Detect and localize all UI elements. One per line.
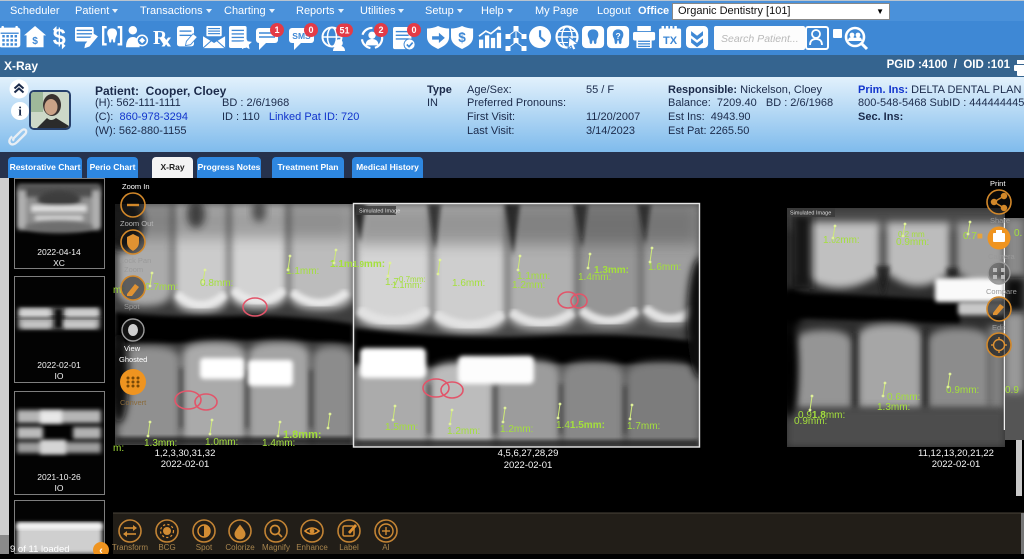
svg-text:Share: Share bbox=[990, 216, 1010, 225]
svg-text:?: ? bbox=[615, 31, 620, 41]
svg-text:Zoom In: Zoom In bbox=[122, 182, 150, 191]
svg-text:Zoom Out: Zoom Out bbox=[120, 219, 154, 228]
svg-text:Search Patient...: Search Patient... bbox=[721, 33, 799, 45]
svg-text:1.3mm:: 1.3mm: bbox=[877, 402, 910, 413]
svg-text:Edit: Edit bbox=[992, 323, 1006, 332]
svg-text:1.3mm:: 1.3mm: bbox=[594, 265, 629, 276]
svg-text:$: $ bbox=[458, 30, 466, 45]
svg-text:0.7■: 0.7■ bbox=[963, 231, 983, 242]
svg-text:0.2 mm: 0.2 mm bbox=[898, 230, 925, 239]
svg-text:Ghosted: Ghosted bbox=[119, 355, 147, 364]
svg-text:Convert: Convert bbox=[120, 398, 147, 407]
svg-text:2022-02-01: 2022-02-01 bbox=[161, 459, 210, 470]
svg-text:9 of 11 loaded: 9 of 11 loaded bbox=[10, 544, 70, 554]
svg-text:‹: ‹ bbox=[99, 545, 103, 554]
svg-text:Label: Label bbox=[339, 543, 359, 552]
svg-text:0.6mm:: 0.6mm: bbox=[887, 392, 920, 403]
svg-text:R: R bbox=[153, 27, 168, 49]
svg-text:Spot: Spot bbox=[196, 543, 213, 552]
svg-text:2022-02-01: 2022-02-01 bbox=[932, 459, 981, 470]
svg-text:2021-10-26: 2021-10-26 bbox=[37, 472, 81, 482]
svg-text:0.: 0. bbox=[1014, 228, 1022, 239]
svg-text:2022-02-01: 2022-02-01 bbox=[504, 460, 553, 471]
svg-text:TX: TX bbox=[663, 35, 678, 47]
svg-text:1.1m1.9mm:: 1.1m1.9mm: bbox=[330, 259, 385, 270]
svg-text:1.3mm:: 1.3mm: bbox=[144, 438, 177, 449]
svg-text:Compare: Compare bbox=[986, 287, 1017, 296]
svg-text:1.8mm:: 1.8mm: bbox=[283, 429, 322, 441]
svg-text:IO: IO bbox=[55, 483, 64, 493]
svg-text:1.1mm:: 1.1mm: bbox=[286, 266, 319, 277]
svg-text:Camera: Camera bbox=[988, 252, 1016, 261]
svg-text:1.2mm:: 1.2mm: bbox=[512, 280, 545, 291]
svg-text:Enhance: Enhance bbox=[296, 543, 328, 552]
svg-text:2022-02-01: 2022-02-01 bbox=[37, 360, 81, 370]
svg-text:0.9mm:: 0.9mm: bbox=[946, 385, 979, 396]
svg-text:Zoom: Zoom bbox=[124, 265, 143, 274]
svg-text:Lock Pan: Lock Pan bbox=[120, 256, 151, 265]
svg-text:1.2mm:: 1.2mm: bbox=[500, 424, 533, 435]
svg-text:1.1mm:: 1.1mm: bbox=[392, 280, 422, 290]
svg-text:1.5mm:: 1.5mm: bbox=[385, 422, 418, 433]
svg-text:2022-04-14: 2022-04-14 bbox=[37, 247, 81, 257]
svg-text:Print: Print bbox=[990, 179, 1006, 188]
svg-text:Spot: Spot bbox=[124, 302, 140, 311]
svg-text:4,5,6,27,28,29: 4,5,6,27,28,29 bbox=[498, 448, 559, 459]
svg-text:0.9: 0.9 bbox=[1005, 385, 1019, 396]
svg-text:1: 1 bbox=[274, 25, 279, 35]
svg-text:Simulated Image: Simulated Image bbox=[790, 211, 831, 217]
svg-text:BCG: BCG bbox=[158, 543, 175, 552]
svg-text:Magnify: Magnify bbox=[262, 543, 290, 552]
svg-text:XC: XC bbox=[53, 258, 65, 268]
svg-text:1,2,3,30,31,32: 1,2,3,30,31,32 bbox=[155, 448, 216, 459]
svg-text:View: View bbox=[124, 344, 141, 353]
svg-text:1.41.5mm:: 1.41.5mm: bbox=[556, 420, 605, 431]
svg-text:1.02mm:: 1.02mm: bbox=[823, 235, 860, 246]
svg-text:Colorize: Colorize bbox=[225, 543, 255, 552]
svg-text:Transform: Transform bbox=[112, 543, 148, 552]
svg-text:2: 2 bbox=[378, 25, 383, 35]
svg-text:1.0mm:: 1.0mm: bbox=[205, 437, 238, 448]
svg-text:m:: m: bbox=[113, 443, 124, 454]
svg-text:0: 0 bbox=[411, 25, 416, 35]
svg-text:0.8mm:: 0.8mm: bbox=[200, 278, 233, 289]
svg-text:AI: AI bbox=[382, 543, 390, 552]
svg-text:IO: IO bbox=[55, 371, 64, 381]
svg-text:$: $ bbox=[32, 36, 38, 47]
svg-text:Simulated Image: Simulated Image bbox=[359, 209, 400, 215]
svg-text:0.9mm:: 0.9mm: bbox=[794, 416, 827, 427]
svg-text:1.6mm:: 1.6mm: bbox=[452, 278, 485, 289]
svg-text:1.2mm:: 1.2mm: bbox=[447, 426, 480, 437]
svg-text:1.7mm:: 1.7mm: bbox=[627, 421, 660, 432]
svg-text:i: i bbox=[18, 104, 22, 119]
svg-text:0: 0 bbox=[308, 25, 313, 35]
svg-text:1.6mm:: 1.6mm: bbox=[648, 262, 681, 273]
svg-text:11,12,13,20,21,22: 11,12,13,20,21,22 bbox=[918, 448, 994, 459]
svg-text:51: 51 bbox=[339, 26, 349, 36]
